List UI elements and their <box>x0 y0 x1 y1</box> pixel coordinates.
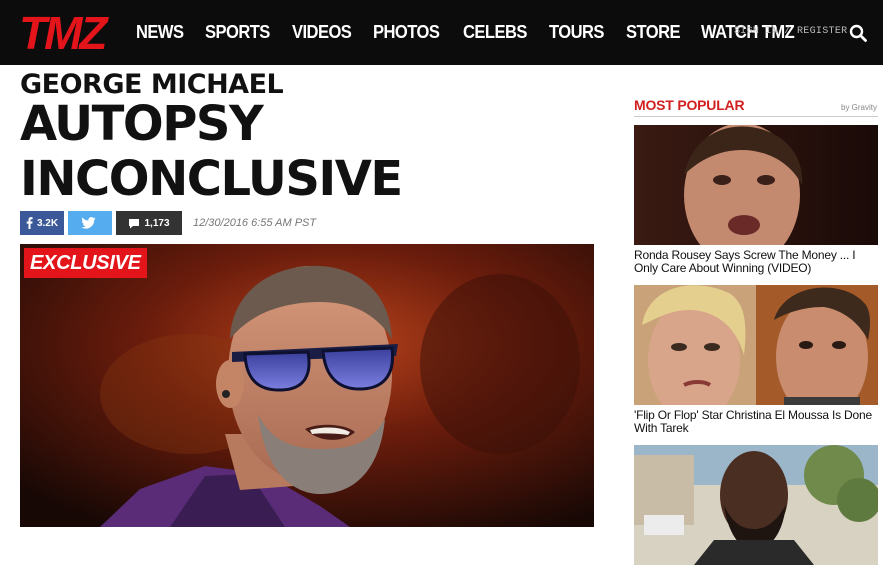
facebook-share-button[interactable]: 3.2K <box>20 211 64 235</box>
popular-item-caption[interactable]: 'Flip Or Flop' Star Christina El Moussa … <box>634 409 878 435</box>
popular-item-thumbnail[interactable] <box>634 125 878 245</box>
svg-text:TMZ: TMZ <box>19 9 109 54</box>
article-headline: AUTOPSY INCONCLUSIVE <box>20 97 580 207</box>
popular-item[interactable] <box>634 445 878 565</box>
nav-sports[interactable]: SPORTS <box>205 22 270 43</box>
nav-celebs[interactable]: CELEBS <box>463 22 527 43</box>
search-icon[interactable] <box>849 24 867 42</box>
popular-item[interactable]: Ronda Rousey Says Screw The Money ... I … <box>634 125 878 275</box>
nav-videos[interactable]: VIDEOS <box>292 22 352 43</box>
top-nav: TMZ NEWS SPORTS VIDEOS PHOTOS CELEBS TOU… <box>0 0 883 65</box>
twitter-share-button[interactable] <box>68 211 112 235</box>
article-hero-image[interactable] <box>20 244 594 527</box>
exclusive-badge: EXCLUSIVE <box>24 248 147 278</box>
sign-in-register-link[interactable]: SIGN IN / REGISTER <box>734 26 847 37</box>
facebook-icon <box>26 217 33 229</box>
headline-line-2: INCONCLUSIVE <box>20 151 403 207</box>
nav-tours[interactable]: TOURS <box>549 22 604 43</box>
tmz-logo[interactable]: TMZ <box>19 9 117 54</box>
popular-item[interactable]: 'Flip Or Flop' Star Christina El Moussa … <box>634 285 878 435</box>
divider <box>634 116 878 117</box>
headline-line-1: AUTOPSY <box>20 96 264 152</box>
hero-photo <box>20 244 594 527</box>
article-timestamp: 12/30/2016 6:55 AM PST <box>193 217 317 229</box>
nav-news[interactable]: NEWS <box>136 22 184 43</box>
most-popular-title: MOST POPULAR <box>634 97 745 113</box>
popular-item-thumbnail[interactable] <box>634 285 878 405</box>
nav-store[interactable]: STORE <box>626 22 681 43</box>
nav-menu: NEWS SPORTS VIDEOS PHOTOS CELEBS TOURS S… <box>136 0 820 65</box>
popular-item-thumbnail[interactable] <box>634 445 878 565</box>
most-popular-provider: by Gravity <box>841 103 878 112</box>
comment-icon <box>129 218 140 228</box>
nav-photos[interactable]: PHOTOS <box>373 22 440 43</box>
facebook-share-count: 3.2K <box>36 217 59 229</box>
comments-count: 1,173 <box>144 217 170 229</box>
popular-item-caption[interactable]: Ronda Rousey Says Screw The Money ... I … <box>634 249 878 275</box>
twitter-icon <box>80 217 96 229</box>
comments-button[interactable]: 1,173 <box>116 211 182 235</box>
